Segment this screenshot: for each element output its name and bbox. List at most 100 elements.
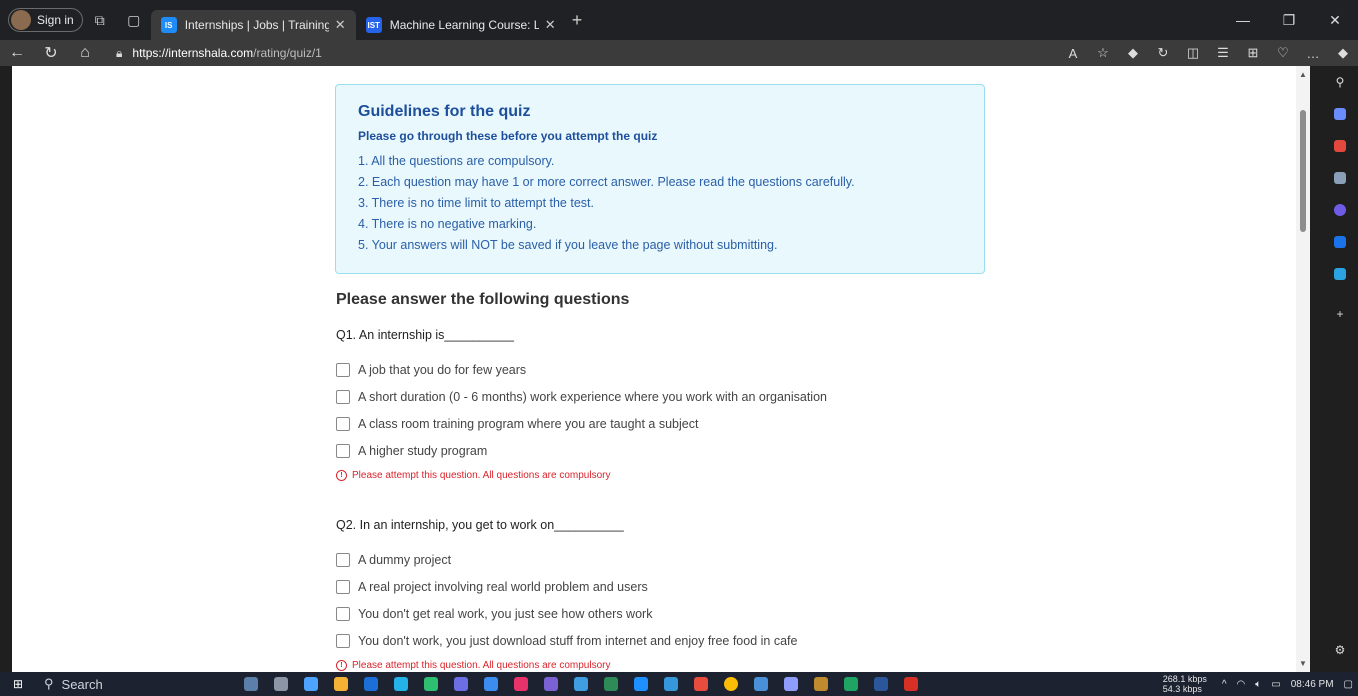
extension-icon[interactable]: ◆: [1118, 45, 1148, 61]
close-tab-icon[interactable]: ✕: [545, 17, 556, 33]
address-toolbar: ← ↻ ⌂ 🔒︎ https://internshala.com /rating…: [0, 40, 1358, 66]
option-checkbox[interactable]: A job that you do for few years: [336, 356, 1036, 383]
app-icon[interactable]: [694, 677, 708, 691]
checkbox[interactable]: [336, 606, 350, 621]
acrobat-icon[interactable]: [904, 677, 918, 691]
guidelines-subtitle: Please go through these before you attem…: [358, 129, 658, 143]
tab-actions-icon[interactable]: ▢: [117, 5, 151, 35]
option-checkbox[interactable]: A class room training program where you …: [336, 410, 1036, 437]
system-tray: 268.1 kbps 54.3 kbps ^ ◠ 🔈︎ ▭ 08:46 PM ▢: [1153, 672, 1358, 696]
outlook-icon[interactable]: [1322, 226, 1358, 258]
checkbox[interactable]: [336, 443, 350, 458]
app-icon[interactable]: [514, 677, 528, 691]
refresh-icon[interactable]: ↻: [34, 40, 68, 66]
page-scrollbar[interactable]: ▲ ▼: [1296, 66, 1310, 672]
guideline-item: 5. Your answers will NOT be saved if you…: [358, 238, 778, 252]
mail-app-icon[interactable]: [304, 677, 318, 691]
lock-icon: 🔒︎: [116, 45, 123, 60]
option-checkbox[interactable]: A higher study program: [336, 437, 1036, 464]
workspaces-icon[interactable]: ⧉: [83, 5, 117, 35]
home-icon[interactable]: ⌂: [68, 40, 102, 66]
browser-tools: A ☆ ◆ ↻ ◫ ☰ ⊞ ♡ … ◆: [1058, 40, 1358, 66]
option-label: A higher study program: [358, 443, 488, 458]
split-screen-icon[interactable]: ◫: [1178, 45, 1208, 61]
favorite-star-icon[interactable]: ☆: [1088, 45, 1118, 61]
course-favicon-icon: IST: [365, 17, 382, 33]
app-icon[interactable]: [664, 677, 678, 691]
battery-icon[interactable]: ▭: [1271, 679, 1280, 690]
edge-app-icon[interactable]: [394, 677, 408, 691]
taskbar-search[interactable]: ⚲ Search: [36, 674, 186, 694]
restore-icon[interactable]: ❐: [1266, 0, 1312, 40]
app-icon[interactable]: [784, 677, 798, 691]
checkbox[interactable]: [336, 416, 350, 431]
app-icon[interactable]: [454, 677, 468, 691]
sign-in-button[interactable]: Sign in: [8, 8, 83, 32]
more-icon[interactable]: …: [1298, 46, 1328, 61]
close-tab-icon[interactable]: ✕: [335, 17, 346, 33]
favorites-icon[interactable]: ☰: [1208, 45, 1238, 61]
app-icon[interactable]: [754, 677, 768, 691]
browser-essentials-icon[interactable]: ♡: [1268, 45, 1298, 61]
microsoft365-icon[interactable]: [1322, 194, 1358, 226]
scroll-down-icon[interactable]: ▼: [1299, 659, 1307, 668]
option-checkbox[interactable]: A short duration (0 - 6 months) work exp…: [336, 383, 1036, 410]
minimize-icon[interactable]: —: [1220, 0, 1266, 40]
close-window-icon[interactable]: ✕: [1312, 0, 1358, 40]
app-icon[interactable]: [634, 677, 648, 691]
teams-icon[interactable]: [544, 677, 558, 691]
clock[interactable]: 08:46 PM: [1291, 679, 1334, 690]
search-icon[interactable]: ⚲: [1322, 66, 1358, 98]
widgets-icon[interactable]: [244, 677, 258, 691]
option-label: A short duration (0 - 6 months) work exp…: [358, 389, 827, 404]
tab-internshala[interactable]: IS Internships | Jobs | Trainings & P ✕: [150, 10, 356, 40]
file-explorer-icon[interactable]: [334, 677, 348, 691]
option-checkbox[interactable]: You don't get real work, you just see ho…: [336, 600, 1036, 627]
word-icon[interactable]: [874, 677, 888, 691]
app-icon[interactable]: [604, 677, 618, 691]
sign-in-label: Sign in: [37, 13, 74, 27]
app-icon[interactable]: [484, 677, 498, 691]
tools-icon[interactable]: [1322, 130, 1358, 162]
collections-icon[interactable]: ⊞: [1238, 45, 1268, 61]
copilot-icon[interactable]: ◆: [1328, 45, 1358, 61]
checkbox[interactable]: [336, 633, 350, 648]
wifi-icon[interactable]: ◠: [1237, 679, 1246, 690]
option-checkbox[interactable]: You don't work, you just download stuff …: [336, 627, 1036, 654]
back-icon[interactable]: ←: [0, 40, 34, 66]
checkbox[interactable]: [336, 552, 350, 567]
notifications-icon[interactable]: ▢: [1344, 679, 1353, 690]
volume-icon[interactable]: 🔈︎: [1255, 679, 1261, 690]
browser-sidebar: ⚲ + ⚙: [1322, 66, 1358, 672]
web-page: Guidelines for the quiz Please go throug…: [12, 66, 1310, 672]
refresh-extension-icon[interactable]: ↻: [1148, 45, 1178, 61]
windows-start-icon[interactable]: ⊞: [0, 672, 36, 696]
app-icon[interactable]: [814, 677, 828, 691]
chrome-icon[interactable]: [724, 677, 738, 691]
checkbox[interactable]: [336, 579, 350, 594]
scrollbar-thumb[interactable]: [1300, 110, 1306, 232]
checkbox[interactable]: [336, 389, 350, 404]
task-view-icon[interactable]: [274, 677, 288, 691]
address-bar[interactable]: 🔒︎ https://internshala.com /rating/quiz/…: [108, 42, 928, 64]
tab-title: Machine Learning Course: Learn: [389, 18, 539, 32]
outlook-app-icon[interactable]: [364, 677, 378, 691]
tab-machine-learning[interactable]: IST Machine Learning Course: Learn ✕: [356, 10, 566, 40]
app-icon[interactable]: [844, 677, 858, 691]
option-label: A job that you do for few years: [358, 362, 527, 377]
games-icon[interactable]: [1322, 162, 1358, 194]
scroll-up-icon[interactable]: ▲: [1299, 70, 1307, 79]
app-icon[interactable]: [574, 677, 588, 691]
chevron-up-icon[interactable]: ^: [1222, 679, 1227, 690]
new-tab-icon[interactable]: +: [572, 10, 583, 31]
shopping-icon[interactable]: [1322, 98, 1358, 130]
add-sidebar-app-icon[interactable]: +: [1322, 298, 1358, 330]
checkbox[interactable]: [336, 362, 350, 377]
app-icon[interactable]: [424, 677, 438, 691]
taskbar-apps: [236, 677, 926, 691]
telegram-icon[interactable]: [1322, 258, 1358, 290]
option-checkbox[interactable]: A real project involving real world prob…: [336, 573, 1036, 600]
option-checkbox[interactable]: A dummy project: [336, 546, 1036, 573]
sidebar-settings-icon[interactable]: ⚙: [1322, 634, 1358, 666]
read-aloud-icon[interactable]: A: [1058, 46, 1088, 61]
